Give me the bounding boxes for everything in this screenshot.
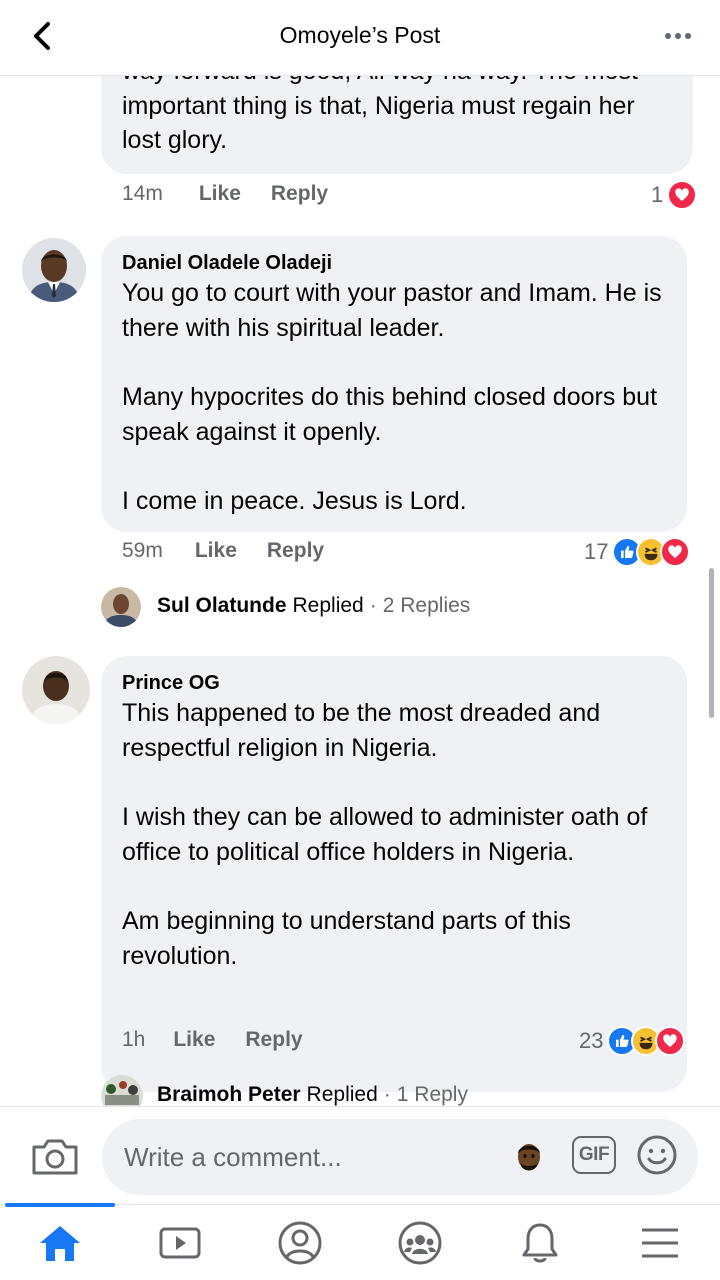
- reaction-summary[interactable]: 17: [584, 537, 691, 567]
- tab-watch[interactable]: [120, 1205, 240, 1280]
- comment-text: This happened to be the most dreaded and…: [122, 699, 648, 970]
- avatar[interactable]: [22, 656, 90, 724]
- comment-author[interactable]: Daniel Oladele Oladeji: [122, 250, 666, 276]
- reaction-count: 17: [584, 539, 609, 564]
- comment-bubble[interactable]: Daniel Oladele Oladeji You go to court w…: [101, 236, 687, 532]
- reaction-count: 1: [651, 182, 664, 207]
- like-button[interactable]: Like: [199, 182, 241, 206]
- camera-button[interactable]: [30, 1137, 80, 1177]
- bottom-tab-bar: [0, 1203, 720, 1280]
- avatar[interactable]: [101, 587, 141, 627]
- separator: ·: [383, 1083, 391, 1106]
- reply-button[interactable]: Reply: [245, 1028, 302, 1052]
- gif-button[interactable]: GIF: [572, 1136, 616, 1174]
- watch-icon: [159, 1227, 201, 1259]
- reply-author: Sul Olatunde: [157, 594, 287, 617]
- comment-bubble[interactable]: way forward is good, All way na way. The…: [101, 76, 693, 174]
- tab-profile[interactable]: [240, 1205, 360, 1280]
- comment-composer: Write a comment... GIF: [0, 1106, 720, 1204]
- more-options-button[interactable]: [658, 22, 698, 50]
- dot-icon: [685, 33, 691, 39]
- emoji-button[interactable]: [635, 1133, 679, 1177]
- smiley-icon: [637, 1135, 677, 1175]
- camera-icon: [32, 1139, 78, 1175]
- page-title: Omoyele’s Post: [279, 22, 441, 48]
- tab-notifications[interactable]: [480, 1205, 600, 1280]
- comment-text: You go to court with your pastor and Ima…: [122, 279, 662, 516]
- comment-meta: 59m Like Reply: [122, 539, 354, 563]
- menu-icon: [642, 1228, 678, 1258]
- tab-menu[interactable]: [600, 1205, 720, 1280]
- separator: ·: [369, 594, 377, 617]
- reply-count: 1 Reply: [396, 1083, 468, 1106]
- avatar-sticker-icon[interactable]: [514, 1141, 544, 1175]
- reply-author: Braimoh Peter: [157, 1083, 301, 1106]
- comment-author[interactable]: Prince OG: [122, 670, 666, 696]
- groups-icon: [398, 1221, 442, 1265]
- bell-icon: [522, 1223, 558, 1263]
- comment-time: 14m: [122, 182, 163, 205]
- scrollbar[interactable]: [709, 568, 714, 718]
- profile-icon: [278, 1221, 322, 1265]
- love-reaction-icon: [655, 1026, 686, 1056]
- like-button[interactable]: Like: [195, 539, 237, 563]
- dot-icon: [665, 33, 671, 39]
- comment-meta: 14m Like Reply: [122, 182, 358, 206]
- reply-button[interactable]: Reply: [267, 539, 324, 563]
- comment-time: 1h: [122, 1028, 146, 1051]
- comment-text: way forward is good, All way na way. The…: [122, 76, 638, 155]
- tab-groups[interactable]: [360, 1205, 480, 1280]
- replied-label: Replied: [306, 1083, 378, 1106]
- love-reaction-icon: [667, 180, 698, 210]
- reaction-summary[interactable]: 1: [651, 180, 698, 210]
- reaction-summary[interactable]: 23: [579, 1026, 686, 1056]
- love-reaction-icon: [660, 537, 691, 567]
- comment-time: 59m: [122, 539, 163, 562]
- comment-input[interactable]: Write a comment... GIF: [102, 1119, 698, 1195]
- home-icon: [40, 1226, 80, 1261]
- reply-count: 2 Replies: [382, 594, 471, 617]
- view-replies-link[interactable]: Sul Olatunde Replied · 2 Replies: [157, 594, 470, 618]
- reaction-count: 23: [579, 1028, 604, 1053]
- like-button[interactable]: Like: [173, 1028, 215, 1052]
- avatar[interactable]: [22, 238, 86, 302]
- tab-home[interactable]: [0, 1205, 120, 1280]
- reply-button[interactable]: Reply: [271, 182, 328, 206]
- comments-feed[interactable]: way forward is good, All way na way. The…: [0, 76, 720, 1106]
- top-bar: Omoyele’s Post: [0, 0, 720, 76]
- replied-label: Replied: [292, 594, 364, 617]
- comment-input-placeholder: Write a comment...: [124, 1142, 342, 1172]
- comment-meta: 1h Like Reply: [122, 1028, 333, 1052]
- view-replies-link[interactable]: Braimoh Peter Replied · 1 Reply: [157, 1083, 468, 1106]
- dot-icon: [675, 33, 681, 39]
